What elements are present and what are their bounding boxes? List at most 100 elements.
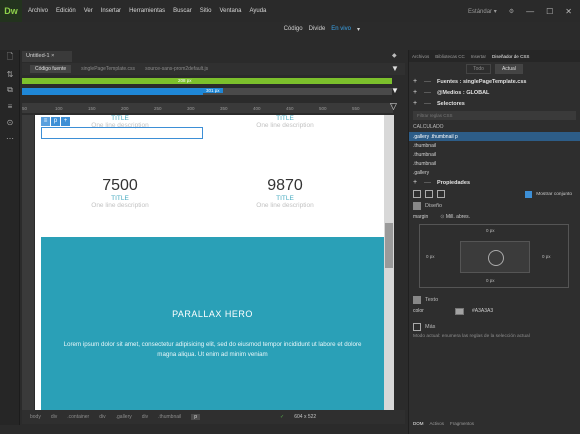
menu-buscar[interactable]: Buscar bbox=[173, 8, 192, 14]
color-value[interactable]: #A3A3A3 bbox=[472, 308, 493, 314]
hero-text[interactable]: Lorem ipsum dolor sit amet, consectetur … bbox=[59, 340, 366, 360]
menu-ventana[interactable]: Ventana bbox=[219, 8, 241, 14]
add-icon[interactable]: + bbox=[413, 179, 418, 186]
parallax-hero[interactable]: PARALLAX HERO Lorem ipsum dolor sit amet… bbox=[41, 237, 384, 420]
margin-bottom-value[interactable]: 0 px bbox=[486, 278, 495, 283]
tag-thumbnail[interactable]: .thumbnail bbox=[158, 414, 181, 420]
menu-archivo[interactable]: Archivo bbox=[28, 8, 48, 14]
border-icon[interactable] bbox=[437, 190, 445, 198]
menu-edicion[interactable]: Edición bbox=[56, 8, 76, 14]
scrollbar-thumb[interactable] bbox=[385, 223, 393, 268]
tab-activos[interactable]: Activos bbox=[430, 421, 445, 426]
stat-description[interactable]: One line description bbox=[215, 202, 355, 209]
hud-menu-icon[interactable]: ≡ bbox=[41, 117, 50, 126]
menu-ver[interactable]: Ver bbox=[84, 8, 93, 14]
file-icon[interactable]: 🗋 bbox=[0, 50, 20, 66]
format-icon[interactable]: ≡ bbox=[0, 98, 20, 114]
tag-div[interactable]: div bbox=[99, 414, 105, 420]
swap-icon[interactable]: ⇅ bbox=[0, 66, 20, 82]
add-icon[interactable]: + bbox=[413, 89, 418, 96]
tag-body[interactable]: body bbox=[30, 414, 41, 420]
menu-insertar[interactable]: Insertar bbox=[101, 8, 121, 14]
ruler-marker-icon[interactable]: ▽ bbox=[390, 101, 397, 112]
stat-number[interactable]: 7500 bbox=[50, 177, 190, 195]
remove-icon[interactable]: — bbox=[424, 100, 431, 107]
margin-left-value[interactable]: 0 px bbox=[426, 254, 435, 259]
no-link-icon[interactable] bbox=[488, 250, 504, 266]
sources-row[interactable]: + — Fuentes : singlePageTemplate.css bbox=[409, 76, 580, 87]
close-tab-icon[interactable]: × bbox=[51, 53, 54, 59]
tag-div[interactable]: div bbox=[142, 414, 148, 420]
workspace-selector[interactable]: Estándar ▾ bbox=[468, 8, 497, 15]
margin-right-value[interactable]: 0 px bbox=[542, 254, 551, 259]
document-tab[interactable]: Untitled-1 × bbox=[22, 51, 72, 62]
mode-current-button[interactable]: Actual bbox=[494, 64, 523, 74]
selector-item[interactable]: .thumbnail bbox=[409, 150, 580, 159]
menu-sitio[interactable]: Sitio bbox=[200, 8, 212, 14]
properties-row[interactable]: + — Propiedades bbox=[409, 177, 580, 188]
menu-ayuda[interactable]: Ayuda bbox=[249, 8, 266, 14]
tag-container[interactable]: .container bbox=[67, 414, 89, 420]
media-row[interactable]: + — @Medios : GLOBAL bbox=[409, 87, 580, 98]
tag-div[interactable]: div bbox=[51, 414, 57, 420]
selector-item[interactable]: .thumbnail bbox=[409, 141, 580, 150]
related-file-js[interactable]: source-sans-prom2default.js bbox=[145, 66, 208, 72]
stat-number[interactable]: 9870 bbox=[215, 177, 355, 195]
text-icon[interactable] bbox=[425, 190, 433, 198]
layout-icon[interactable] bbox=[413, 190, 421, 198]
stat-title[interactable]: TITLE bbox=[50, 195, 190, 202]
canvas-scrollbar[interactable] bbox=[384, 115, 394, 420]
tag-gallery[interactable]: .gallery bbox=[116, 414, 132, 420]
tab-css-designer[interactable]: Diseñador de CSS bbox=[492, 54, 529, 59]
menu-herramientas[interactable]: Herramientas bbox=[129, 8, 165, 14]
remove-icon[interactable]: — bbox=[424, 78, 431, 85]
tag-p-current[interactable]: p bbox=[191, 414, 201, 420]
selector-item[interactable]: .gallery bbox=[409, 168, 580, 177]
related-file-css[interactable]: singlePageTemplate.css bbox=[81, 66, 135, 72]
more-icon[interactable]: ⋯ bbox=[0, 130, 20, 146]
selector-item[interactable]: .thumbnail bbox=[409, 159, 580, 168]
selectors-row[interactable]: + — Selectores bbox=[409, 98, 580, 109]
add-icon[interactable]: + bbox=[413, 100, 418, 107]
computed-label[interactable]: CALCULADO bbox=[409, 122, 580, 132]
link-values-toggle[interactable]: ⊙ Mill. abres. bbox=[440, 214, 470, 220]
view-code-button[interactable]: Código bbox=[284, 26, 303, 32]
item-description[interactable]: One line description bbox=[215, 122, 355, 129]
layout-section-header[interactable]: Diseño bbox=[409, 200, 580, 211]
color-swatch[interactable] bbox=[455, 307, 464, 315]
filter-icon[interactable]: ▼ bbox=[391, 64, 399, 73]
minimize-icon[interactable]: — bbox=[526, 7, 534, 16]
window-size[interactable]: 604 x 522 bbox=[294, 414, 316, 420]
selected-element-outline[interactable] bbox=[41, 127, 203, 139]
media-query-bar-blue[interactable] bbox=[22, 88, 203, 95]
media-query-bar-green[interactable] bbox=[22, 78, 392, 84]
hero-title[interactable]: PARALLAX HERO bbox=[41, 309, 384, 319]
resize-handle-icon[interactable]: ▼ bbox=[391, 86, 399, 95]
live-view-canvas[interactable]: ≡ p + TITLE One line description TITLE O… bbox=[35, 115, 384, 420]
more-section-header[interactable]: Más bbox=[409, 321, 580, 332]
tab-archivos[interactable]: Archivos bbox=[412, 54, 429, 59]
view-live-button[interactable]: En vivo bbox=[331, 26, 351, 32]
source-code-tab[interactable]: Código fuente bbox=[30, 65, 72, 73]
add-icon[interactable]: + bbox=[413, 78, 418, 85]
inspect-icon[interactable]: ⧉ bbox=[0, 82, 20, 98]
target-icon[interactable]: ⊙ bbox=[0, 114, 20, 130]
tab-bibliotecas[interactable]: Bibliotecas CC bbox=[435, 54, 465, 59]
remove-icon[interactable]: — bbox=[424, 89, 431, 96]
mode-all-button[interactable]: Todo bbox=[466, 64, 491, 74]
close-icon[interactable]: ✕ bbox=[565, 7, 572, 16]
maximize-icon[interactable]: ☐ bbox=[546, 7, 553, 16]
show-set-checkbox[interactable] bbox=[525, 190, 533, 198]
filter-rules-input[interactable]: Filtrar reglas CSS bbox=[413, 111, 576, 120]
stat-title[interactable]: TITLE bbox=[215, 195, 355, 202]
view-split-button[interactable]: Divide bbox=[309, 26, 326, 32]
tab-dom[interactable]: DOM bbox=[413, 421, 424, 426]
chevron-down-icon[interactable]: ▾ bbox=[357, 26, 360, 33]
tab-fragmentos[interactable]: Fragmentos bbox=[450, 421, 474, 426]
tab-insertar[interactable]: Insertar bbox=[471, 54, 486, 59]
selector-item[interactable]: .gallery .thumbnail p bbox=[409, 132, 580, 141]
text-section-header[interactable]: Texto bbox=[409, 294, 580, 305]
remove-icon[interactable]: — bbox=[424, 179, 431, 186]
margin-top-value[interactable]: 0 px bbox=[486, 228, 495, 233]
stat-description[interactable]: One line description bbox=[50, 202, 190, 209]
